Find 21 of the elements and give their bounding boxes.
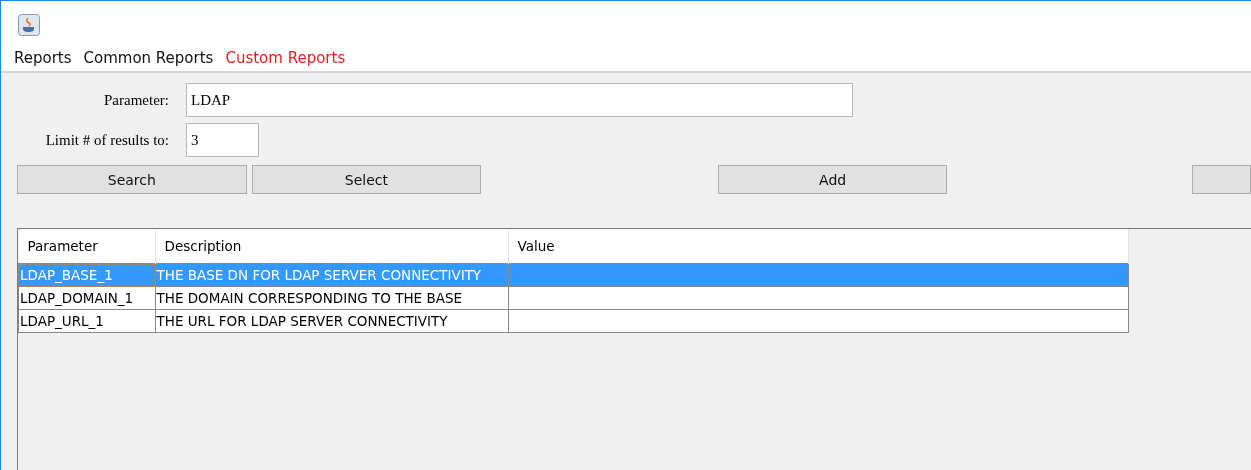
parameter-label: Parameter:: [103, 91, 170, 109]
table-cell: LDAP_URL_1: [18, 309, 155, 333]
table-cell: LDAP_DOMAIN_1: [18, 286, 155, 310]
action-button[interactable]: Select: [251, 165, 482, 194]
limit-field[interactable]: 3: [186, 123, 259, 157]
action-button[interactable]: [1192, 165, 1251, 194]
menu-item[interactable]: Common Reports: [82, 49, 215, 67]
column-header[interactable]: Value: [508, 229, 1129, 264]
table-cell: THE URL FOR LDAP SERVER CONNECTIVITY: [155, 309, 508, 333]
column-header[interactable]: Parameter: [18, 229, 155, 264]
app-icon: [18, 14, 40, 36]
menu-item[interactable]: Reports: [13, 49, 73, 67]
column-header[interactable]: Description: [155, 229, 508, 264]
limit-label: Limit # of results to:: [44, 131, 170, 149]
menu-item[interactable]: Custom Reports: [224, 49, 347, 67]
table-cell: LDAP_BASE_1: [18, 263, 155, 287]
table-cell: THE BASE DN FOR LDAP SERVER CONNECTIVITY: [155, 263, 508, 287]
parameter-field[interactable]: LDAP: [186, 83, 853, 117]
table-cell: THE DOMAIN CORRESPONDING TO THE BASE: [155, 286, 508, 310]
action-button[interactable]: Search: [17, 165, 247, 194]
action-button[interactable]: Add: [717, 165, 948, 194]
